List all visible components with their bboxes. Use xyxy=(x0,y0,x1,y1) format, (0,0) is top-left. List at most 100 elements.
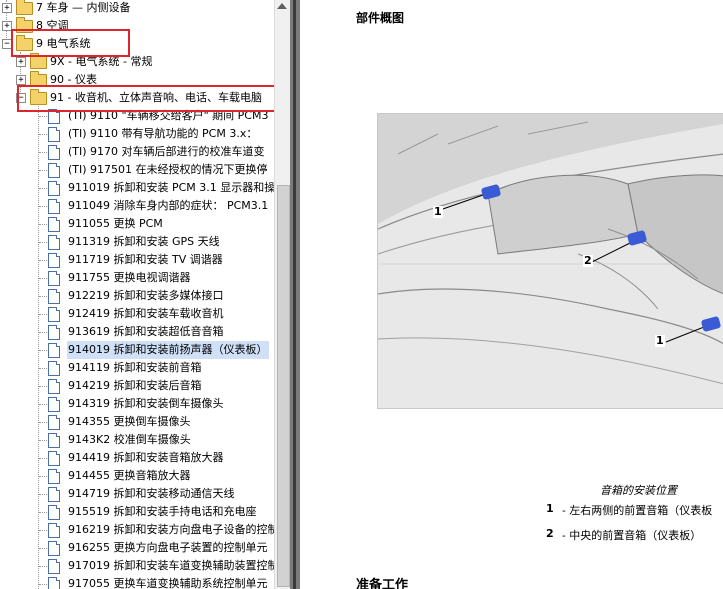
tree-item-label: 915519 拆卸和安装手持电话和充电座 xyxy=(68,505,257,518)
pane-splitter[interactable] xyxy=(290,0,300,589)
tree-item-label: 911719 拆卸和安装 TV 调谐器 xyxy=(68,253,223,266)
tree-item-label: 917019 拆卸和安装车道变换辅助装置控制 xyxy=(68,559,274,572)
tree-document-item[interactable]: 914455 更换音箱放大器 xyxy=(0,467,274,485)
tree-item-label: 911019 拆卸和安装 PCM 3.1 显示器和操 xyxy=(68,181,274,194)
tree-item-label: 914219 拆卸和安装后音箱 xyxy=(68,379,202,392)
tree-item-label: 911319 拆卸和安装 GPS 天线 xyxy=(68,235,220,248)
document-icon xyxy=(48,145,60,160)
section-title: 部件概图 xyxy=(356,11,405,25)
tree-item-label: 914719 拆卸和安装移动通信天线 xyxy=(68,487,235,500)
document-icon xyxy=(48,343,60,358)
callout-1-right: 1 xyxy=(655,334,665,347)
legend-text-2: - 中央的前置音箱（仪表板） xyxy=(562,529,702,542)
tree-document-item[interactable]: (TI) 917501 在未经授权的情况下更换停 xyxy=(0,161,274,179)
document-icon xyxy=(48,433,60,448)
tree-document-item[interactable]: 917055 更换车道变换辅助系统控制单元 xyxy=(0,575,274,589)
tree-item-label: (TI) 9110 带有导航功能的 PCM 3.x： xyxy=(68,127,258,140)
expand-icon[interactable]: + xyxy=(2,3,12,13)
document-icon xyxy=(48,451,60,466)
document-icon xyxy=(48,181,60,196)
tree-document-item[interactable]: 914219 拆卸和安装后音箱 xyxy=(0,377,274,395)
document-icon xyxy=(48,271,60,286)
next-section-title: 准备工作 xyxy=(356,578,409,589)
tree-item-label: 914355 更换倒车摄像头 xyxy=(68,415,191,428)
document-icon xyxy=(48,127,60,142)
document-icon xyxy=(48,325,60,340)
tree-document-item[interactable]: 9143K2 校准倒车摄像头 xyxy=(0,431,274,449)
tree-document-item[interactable]: 911319 拆卸和安装 GPS 天线 xyxy=(0,233,274,251)
figure-caption: 音箱的安装位置 xyxy=(600,484,677,497)
dashboard-illustration xyxy=(378,114,723,408)
document-icon xyxy=(48,235,60,250)
legend-number-1: 1 xyxy=(546,502,554,515)
document-pane: 部件概图 1 2 1 音箱的安装位置 1 - 左右两侧的前置音箱（仪表板 2 -… xyxy=(300,0,723,589)
highlight-box-electrical xyxy=(11,29,130,57)
tree-document-item[interactable]: 912219 拆卸和安装多媒体接口 xyxy=(0,287,274,305)
tree-item-label: 917055 更换车道变换辅助系统控制单元 xyxy=(68,577,268,589)
expand-icon[interactable]: + xyxy=(16,57,26,67)
tree-document-item[interactable]: 914119 拆卸和安装前音箱 xyxy=(0,359,274,377)
scroll-up-arrow-icon[interactable] xyxy=(277,3,287,9)
navigation-tree: +7 车身 — 内侧设备 +8 空调 −9 电气系统 +9X - 电气系统 - 常规 +… xyxy=(0,0,274,589)
document-icon xyxy=(48,505,60,520)
speaker-location-figure: 1 2 1 xyxy=(377,113,723,409)
document-icon xyxy=(48,253,60,268)
tree-item-label: 913619 拆卸和安装超低音音箱 xyxy=(68,325,224,338)
tree-document-item[interactable]: 916255 更换方向盘电子装置的控制单元 xyxy=(0,539,274,557)
tree-item-label: 9143K2 校准倒车摄像头 xyxy=(68,433,191,446)
document-icon xyxy=(48,379,60,394)
tree-document-item[interactable]: 911049 消除车身内部的症状： PCM3.1 xyxy=(0,197,274,215)
tree-document-item[interactable]: 914419 拆卸和安装音箱放大器 xyxy=(0,449,274,467)
scrollbar-thumb[interactable] xyxy=(277,185,290,587)
tree-folder-item[interactable]: +7 车身 — 内侧设备 xyxy=(0,0,274,17)
document-icon xyxy=(48,487,60,502)
tree-item-label: 914455 更换音箱放大器 xyxy=(68,469,191,482)
legend-number-2: 2 xyxy=(546,527,554,540)
tree-item-label: 914319 拆卸和安装倒车摄像头 xyxy=(68,397,224,410)
tree-item-label-selected: 914019 拆卸和安装前扬声器（仪表板） xyxy=(67,341,269,359)
tree-item-label: 914419 拆卸和安装音箱放大器 xyxy=(68,451,224,464)
tree-document-item[interactable]: (TI) 9110 带有导航功能的 PCM 3.x： xyxy=(0,125,274,143)
tree-document-item[interactable]: 914719 拆卸和安装移动通信天线 xyxy=(0,485,274,503)
tree-item-label: 912219 拆卸和安装多媒体接口 xyxy=(68,289,224,302)
tree-document-item[interactable]: 914319 拆卸和安装倒车摄像头 xyxy=(0,395,274,413)
tree-document-item[interactable]: 913619 拆卸和安装超低音音箱 xyxy=(0,323,274,341)
document-icon xyxy=(48,361,60,376)
tree-item-label: 916255 更换方向盘电子装置的控制单元 xyxy=(68,541,268,554)
tree-item-label: 916219 拆卸和安装方向盘电子设备的控制 xyxy=(68,523,274,536)
document-icon xyxy=(48,523,60,538)
tree-item-label: 911755 更换电视调谐器 xyxy=(68,271,191,284)
tree-document-item[interactable]: 912419 拆卸和安装车载收音机 xyxy=(0,305,274,323)
document-icon xyxy=(48,559,60,574)
folder-icon xyxy=(30,53,47,69)
tree-document-item[interactable]: 914355 更换倒车摄像头 xyxy=(0,413,274,431)
tree-document-item[interactable]: 911719 拆卸和安装 TV 调谐器 xyxy=(0,251,274,269)
document-icon xyxy=(48,163,60,178)
tree-item-label: (TI) 9170 对车辆后部进行的校准车道变 xyxy=(68,145,265,158)
tree-document-item[interactable]: 914019 拆卸和安装前扬声器（仪表板） xyxy=(0,341,274,359)
highlight-box-radio-section xyxy=(17,85,274,112)
tree-item-label: 914119 拆卸和安装前音箱 xyxy=(68,361,202,374)
tree-item-label: 7 车身 — 内侧设备 xyxy=(36,1,131,14)
tree-item-label: 912419 拆卸和安装车载收音机 xyxy=(68,307,224,320)
document-icon xyxy=(48,397,60,412)
tree-document-item[interactable]: 916219 拆卸和安装方向盘电子设备的控制 xyxy=(0,521,274,539)
callout-2: 2 xyxy=(583,254,593,267)
document-icon xyxy=(48,577,60,589)
tree-item-label: 911049 消除车身内部的症状： PCM3.1 xyxy=(68,199,269,212)
tree-document-item[interactable]: 911755 更换电视调谐器 xyxy=(0,269,274,287)
tree-document-item[interactable]: 915519 拆卸和安装手持电话和充电座 xyxy=(0,503,274,521)
expand-icon[interactable]: + xyxy=(16,75,26,85)
document-icon xyxy=(48,199,60,214)
callout-1-left: 1 xyxy=(433,205,443,218)
tree-document-item[interactable]: 911019 拆卸和安装 PCM 3.1 显示器和操 xyxy=(0,179,274,197)
tree-scrollbar[interactable] xyxy=(274,0,291,589)
document-icon xyxy=(48,307,60,322)
document-icon xyxy=(48,217,60,232)
document-icon xyxy=(48,289,60,304)
tree-document-item[interactable]: 911055 更换 PCM xyxy=(0,215,274,233)
tree-document-item[interactable]: (TI) 9170 对车辆后部进行的校准车道变 xyxy=(0,143,274,161)
tree-document-item[interactable]: 917019 拆卸和安装车道变换辅助装置控制 xyxy=(0,557,274,575)
folder-icon xyxy=(16,0,33,15)
tree-item-label: 911055 更换 PCM xyxy=(68,217,163,230)
